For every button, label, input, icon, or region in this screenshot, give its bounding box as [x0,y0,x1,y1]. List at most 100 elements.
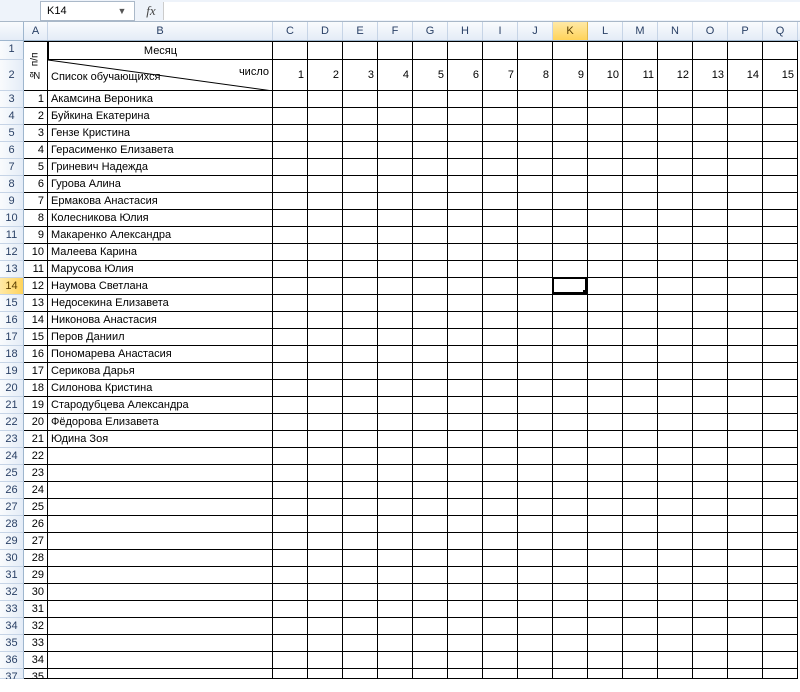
attendance-cell[interactable] [588,329,623,346]
day-header-top[interactable] [413,41,448,60]
student-number[interactable]: 31 [24,601,48,618]
student-number[interactable]: 24 [24,482,48,499]
attendance-cell[interactable] [483,669,518,679]
attendance-cell[interactable] [553,125,588,142]
attendance-cell[interactable] [763,346,798,363]
attendance-cell[interactable] [273,567,308,584]
attendance-cell[interactable] [518,312,553,329]
student-number[interactable]: 32 [24,618,48,635]
attendance-cell[interactable] [378,312,413,329]
attendance-cell[interactable] [483,125,518,142]
attendance-cell[interactable] [693,669,728,679]
attendance-cell[interactable] [448,363,483,380]
column-header-P[interactable]: P [728,22,763,40]
attendance-cell[interactable] [518,584,553,601]
student-name[interactable] [48,567,273,584]
attendance-cell[interactable] [693,380,728,397]
attendance-cell[interactable] [728,176,763,193]
attendance-cell[interactable] [273,482,308,499]
student-number[interactable]: 17 [24,363,48,380]
row-header-28[interactable]: 28 [0,516,24,533]
row-header-3[interactable]: 3 [0,91,24,108]
column-header-G[interactable]: G [413,22,448,40]
attendance-cell[interactable] [413,244,448,261]
attendance-cell[interactable] [273,550,308,567]
attendance-cell[interactable] [693,448,728,465]
attendance-cell[interactable] [378,618,413,635]
attendance-cell[interactable] [728,567,763,584]
attendance-cell[interactable] [623,499,658,516]
attendance-cell[interactable] [553,397,588,414]
attendance-cell[interactable] [413,295,448,312]
row-header-24[interactable]: 24 [0,448,24,465]
attendance-cell[interactable] [693,397,728,414]
attendance-cell[interactable] [763,176,798,193]
attendance-cell[interactable] [693,601,728,618]
student-name[interactable] [48,448,273,465]
student-number[interactable]: 16 [24,346,48,363]
column-header-I[interactable]: I [483,22,518,40]
attendance-cell[interactable] [448,210,483,227]
attendance-cell[interactable] [448,142,483,159]
attendance-cell[interactable] [763,601,798,618]
attendance-cell[interactable] [378,363,413,380]
attendance-cell[interactable] [693,652,728,669]
attendance-cell[interactable] [413,431,448,448]
attendance-cell[interactable] [553,193,588,210]
attendance-cell[interactable] [343,125,378,142]
attendance-cell[interactable] [623,482,658,499]
attendance-cell[interactable] [483,533,518,550]
attendance-cell[interactable] [553,176,588,193]
attendance-cell[interactable] [693,329,728,346]
attendance-cell[interactable] [448,550,483,567]
attendance-cell[interactable] [308,227,343,244]
attendance-cell[interactable] [588,635,623,652]
row-header-9[interactable]: 9 [0,193,24,210]
attendance-cell[interactable] [308,499,343,516]
attendance-cell[interactable] [378,329,413,346]
attendance-cell[interactable] [553,414,588,431]
attendance-cell[interactable] [308,414,343,431]
attendance-cell[interactable] [518,482,553,499]
attendance-cell[interactable] [763,465,798,482]
attendance-cell[interactable] [553,550,588,567]
row-header-1[interactable]: 1 [0,41,24,60]
attendance-cell[interactable] [343,295,378,312]
attendance-cell[interactable] [693,414,728,431]
attendance-cell[interactable] [553,380,588,397]
attendance-cell[interactable] [343,261,378,278]
student-number[interactable]: 30 [24,584,48,601]
column-header-O[interactable]: O [693,22,728,40]
attendance-cell[interactable] [518,329,553,346]
attendance-cell[interactable] [413,448,448,465]
attendance-cell[interactable] [308,550,343,567]
attendance-cell[interactable] [308,584,343,601]
attendance-cell[interactable] [588,244,623,261]
attendance-cell[interactable] [308,635,343,652]
attendance-cell[interactable] [273,499,308,516]
attendance-cell[interactable] [518,533,553,550]
attendance-cell[interactable] [378,210,413,227]
attendance-cell[interactable] [693,363,728,380]
attendance-cell[interactable] [413,363,448,380]
attendance-cell[interactable] [588,533,623,550]
row-header-33[interactable]: 33 [0,601,24,618]
attendance-cell[interactable] [728,618,763,635]
attendance-cell[interactable] [413,669,448,679]
attendance-cell[interactable] [518,567,553,584]
attendance-cell[interactable] [553,601,588,618]
attendance-cell[interactable] [273,601,308,618]
attendance-cell[interactable] [518,142,553,159]
attendance-cell[interactable] [693,431,728,448]
attendance-cell[interactable] [378,652,413,669]
attendance-cell[interactable] [343,431,378,448]
attendance-cell[interactable] [553,108,588,125]
attendance-cell[interactable] [273,193,308,210]
attendance-cell[interactable] [763,448,798,465]
attendance-cell[interactable] [343,635,378,652]
attendance-cell[interactable] [658,227,693,244]
attendance-cell[interactable] [273,295,308,312]
attendance-cell[interactable] [448,227,483,244]
attendance-cell[interactable] [308,278,343,295]
student-name[interactable] [48,465,273,482]
